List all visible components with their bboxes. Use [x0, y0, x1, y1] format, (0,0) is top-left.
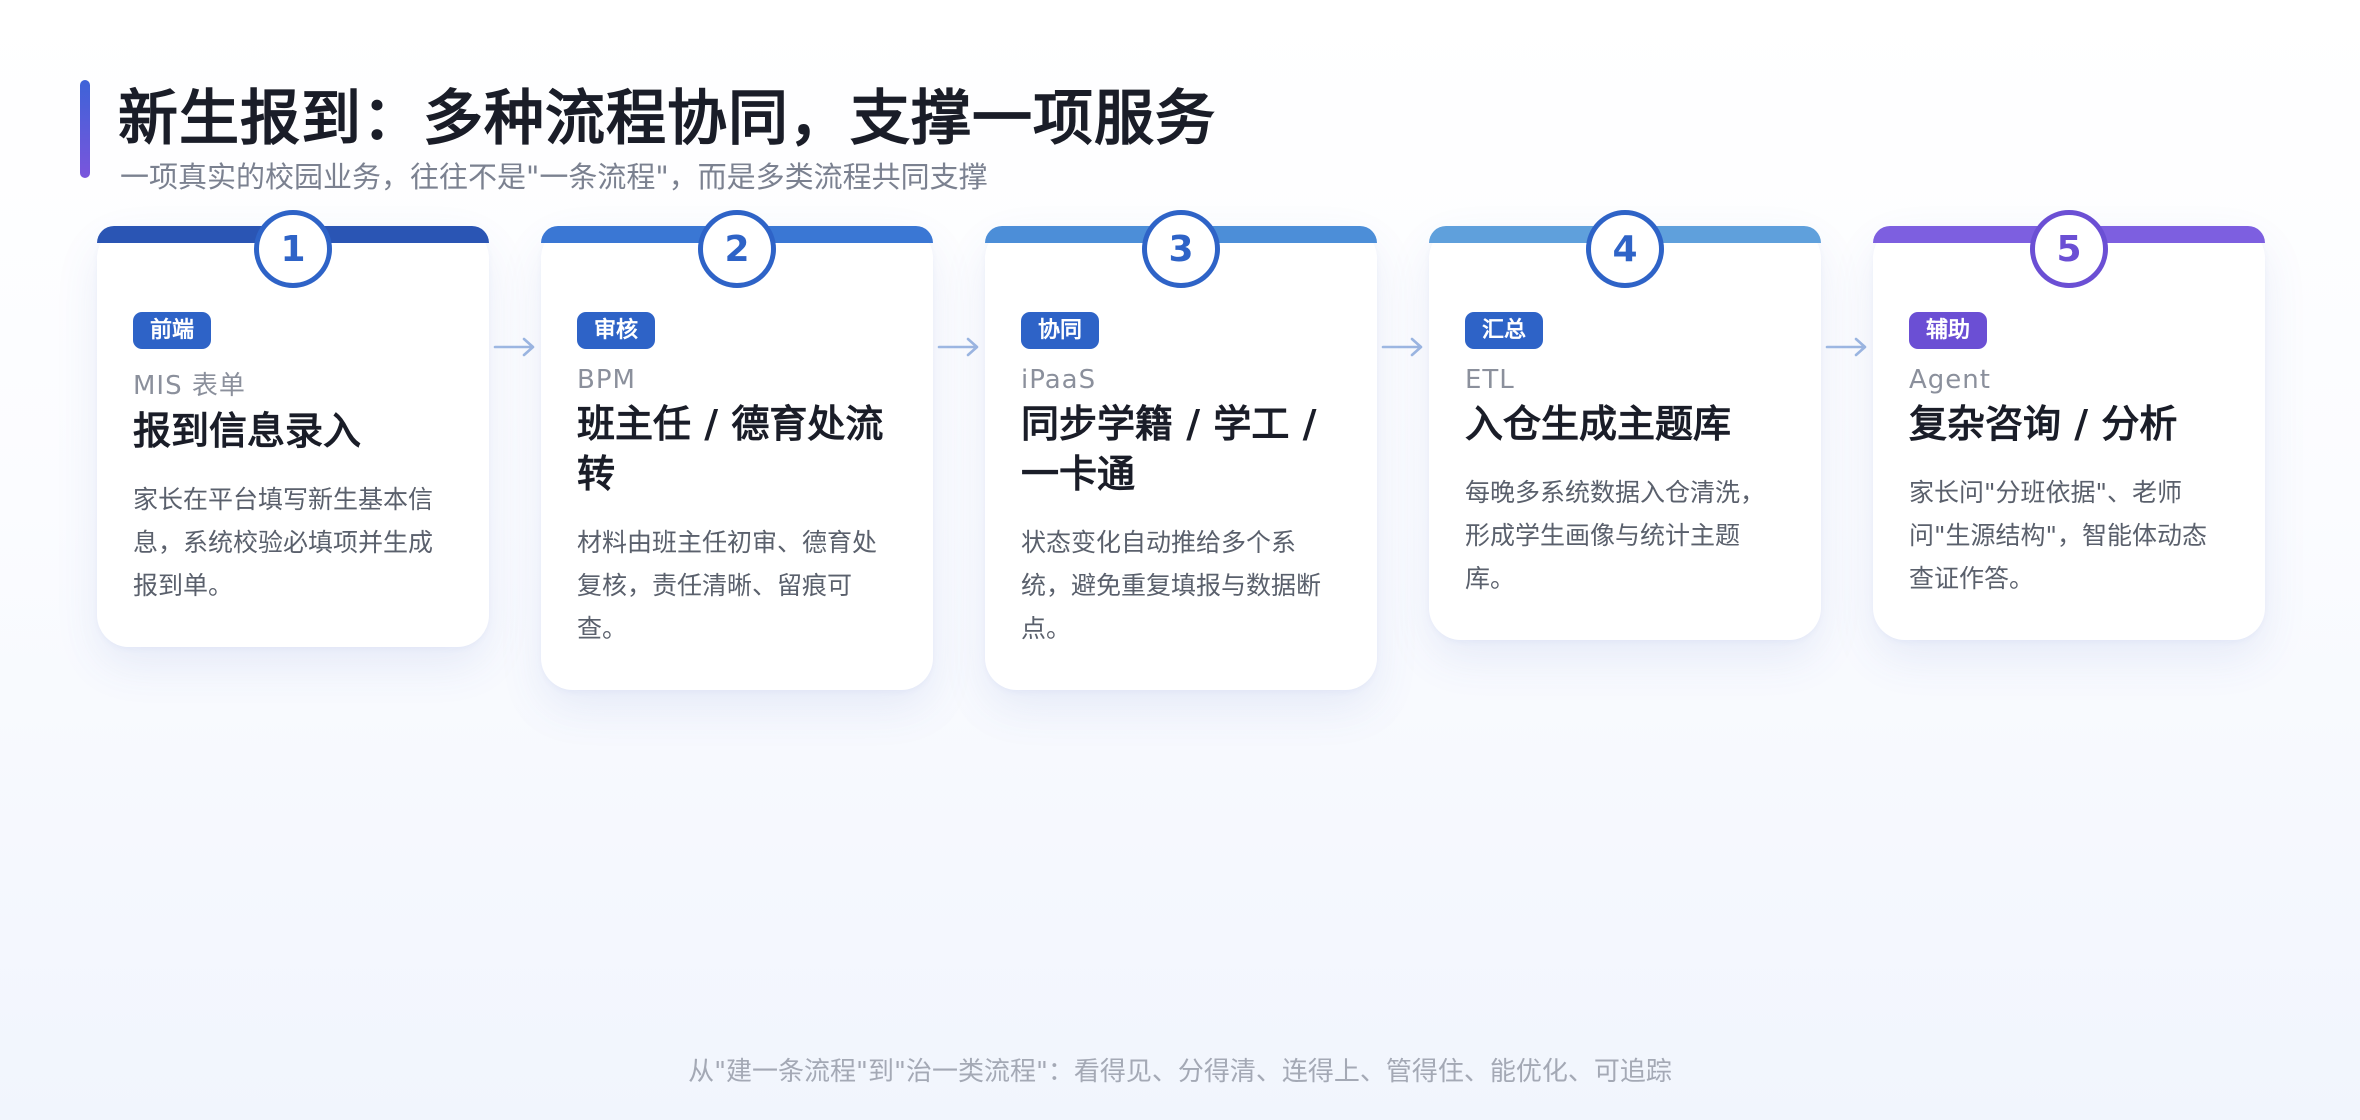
step-title: 入仓生成主题库 — [1465, 402, 1732, 446]
step-tag: 协同 — [1021, 312, 1100, 349]
footer-note: 从"建一条流程"到"治一类流程"：看得见、分得清、连得上、管得住、能优化、可追踪 — [688, 1057, 1672, 1087]
step-title: 班主任 / 德育处流转 — [577, 402, 884, 496]
step-title: 复杂咨询 / 分析 — [1909, 402, 2178, 446]
step-title: 报到信息录入 — [133, 409, 362, 453]
step-tag: 审核 — [577, 312, 656, 349]
step-number-badge: 2 — [698, 210, 776, 288]
step-system: iPaaS — [1021, 365, 1097, 395]
step-number-badge: 4 — [1586, 210, 1664, 288]
step-tag: 前端 — [133, 312, 212, 349]
step-card-2: 2 审核 BPM 班主任 / 德育处流转材料由班主任初审、德育处复核，责任清晰、留痕可… — [541, 210, 933, 690]
step-description: 每晚多系统数据入仓清洗，形成学生画像与统计主题库。 — [1465, 478, 1766, 593]
step-system: BPM — [577, 365, 636, 395]
step-system: MIS 表单 — [133, 371, 246, 401]
step-system: ETL — [1465, 365, 1515, 395]
step-description: 状态变化自动推给多个系统，避免重复填报与数据断点。 — [1021, 528, 1322, 643]
arrow-right-icon — [1825, 337, 1867, 357]
step-description: 家长问"分班依据"、老师问"生源结构"，智能体动态查证作答。 — [1909, 478, 2207, 593]
title-accent-bar — [80, 80, 90, 178]
step-number-badge: 3 — [1142, 210, 1220, 288]
step-card-5: 5 辅助 Agent 复杂咨询 / 分析家长问"分班依据"、老师问"生源结构"，智能体… — [1873, 210, 2265, 640]
page-subtitle: 一项真实的校园业务，往往不是"一条流程"，而是多类流程共同支撑 — [120, 160, 988, 194]
arrow-right-icon — [937, 337, 979, 357]
arrow-right-icon — [1381, 337, 1423, 357]
step-card-4: 4 汇总 ETL 入仓生成主题库每晚多系统数据入仓清洗，形成学生画像与统计主题库。 — [1429, 210, 1821, 640]
step-card-1: 1 前端 MIS 表单报到信息录入家长在平台填写新生基本信息，系统校验必填项并生成报… — [97, 210, 489, 647]
step-system: Agent — [1909, 365, 1991, 395]
step-description: 材料由班主任初审、德育处复核，责任清晰、留痕可查。 — [577, 528, 878, 643]
step-tag: 汇总 — [1465, 312, 1544, 349]
arrow-right-icon — [493, 337, 535, 357]
step-tag: 辅助 — [1909, 312, 1988, 349]
step-number-badge: 5 — [2030, 210, 2108, 288]
step-card-3: 3 协同 iPaaS 同步学籍 / 学工 / 一卡通状态变化自动推给多个系统，避免重复… — [985, 210, 1377, 690]
step-description: 家长在平台填写新生基本信息，系统校验必填项并生成报到单。 — [133, 485, 434, 600]
page-title: 新生报到：多种流程协同，支撑一项服务 — [118, 84, 1216, 154]
step-number-badge: 1 — [254, 210, 332, 288]
step-title: 同步学籍 / 学工 / 一卡通 — [1021, 402, 1317, 496]
